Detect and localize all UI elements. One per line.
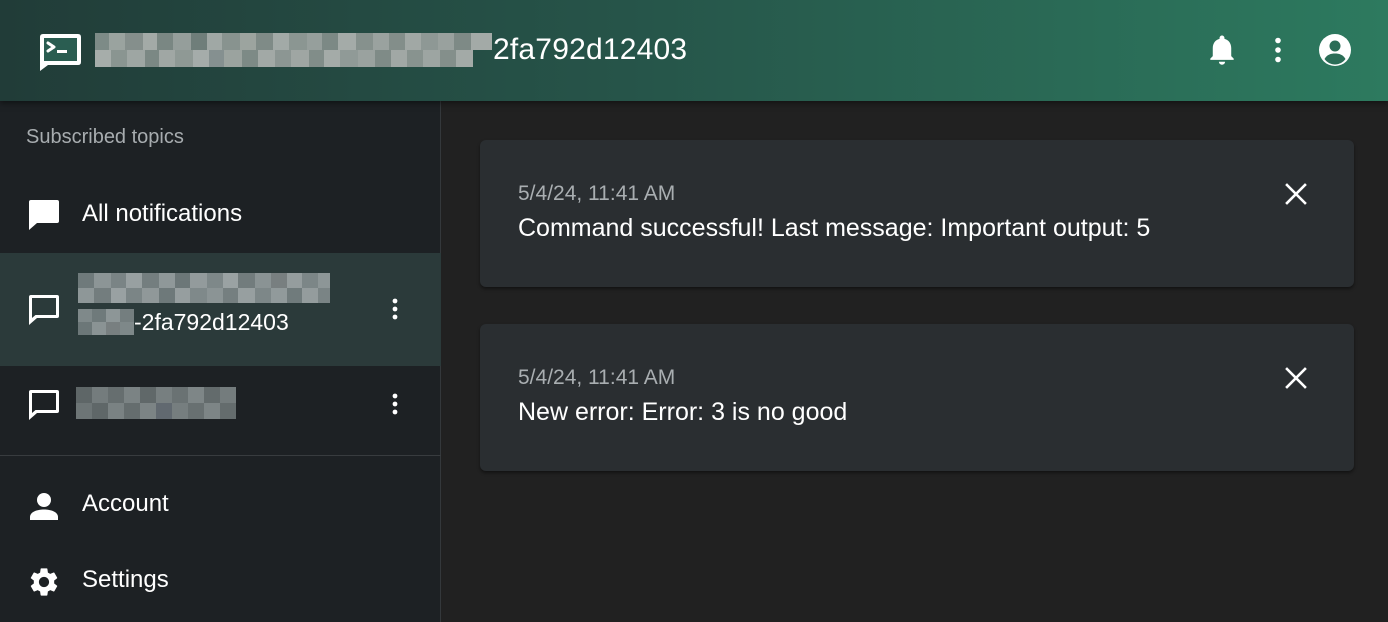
sidebar-item-topic-1[interactable]: -2fa792d12403 (0, 253, 441, 366)
redacted-topic-prefix (78, 309, 134, 335)
sidebar-item-label: Settings (82, 566, 169, 593)
chat-bubble-icon (26, 196, 62, 232)
notification-card: 5/4/24, 11:41 AM Command successful! Las… (480, 140, 1354, 287)
notification-message: New error: Error: 3 is no good (518, 398, 848, 426)
redacted-topic-2-name (76, 387, 236, 419)
sidebar-item-topic-2[interactable] (0, 366, 441, 442)
topic-1-label-suffix: -2fa792d12403 (134, 308, 289, 335)
sidebar-item-label: All notifications (82, 200, 243, 227)
sidebar-item-all-notifications[interactable]: All notifications (0, 176, 441, 252)
notification-time: 5/4/24, 11:41 AM (518, 182, 676, 205)
page-title-suffix: 2fa792d12403 (493, 33, 688, 66)
page-title: 2fa792d12403 (95, 30, 687, 70)
notification-card: 5/4/24, 11:41 AM New error: Error: 3 is … (480, 324, 1354, 471)
sidebar-item-label: Account (82, 490, 169, 517)
gear-icon (26, 564, 62, 600)
sidebar-divider (0, 455, 441, 456)
app-bar: 2fa792d12403 (0, 0, 1388, 101)
sidebar-item-account[interactable]: Account (0, 470, 441, 542)
topic-1-label: -2fa792d12403 (78, 273, 338, 337)
person-icon (26, 488, 62, 524)
notification-time: 5/4/24, 11:41 AM (518, 366, 676, 389)
close-icon[interactable] (1280, 178, 1312, 210)
bell-icon[interactable] (1204, 32, 1240, 68)
more-vert-icon[interactable] (1260, 32, 1296, 68)
sidebar-item-settings[interactable]: Settings (0, 546, 441, 618)
chat-bubble-outline-icon (26, 291, 62, 327)
subscribed-topics-heading: Subscribed topics (26, 126, 184, 148)
topic-2-more-vert-icon[interactable] (383, 386, 407, 422)
redacted-topic-name (78, 273, 334, 303)
redacted-title-block (95, 33, 493, 67)
terminal-chat-icon[interactable] (38, 32, 82, 72)
topic-1-more-vert-icon[interactable] (383, 291, 407, 327)
close-icon[interactable] (1280, 362, 1312, 394)
chat-bubble-outline-icon (26, 386, 62, 422)
notification-message: Command successful! Last message: Import… (518, 214, 1151, 242)
account-circle-icon[interactable] (1317, 32, 1353, 68)
